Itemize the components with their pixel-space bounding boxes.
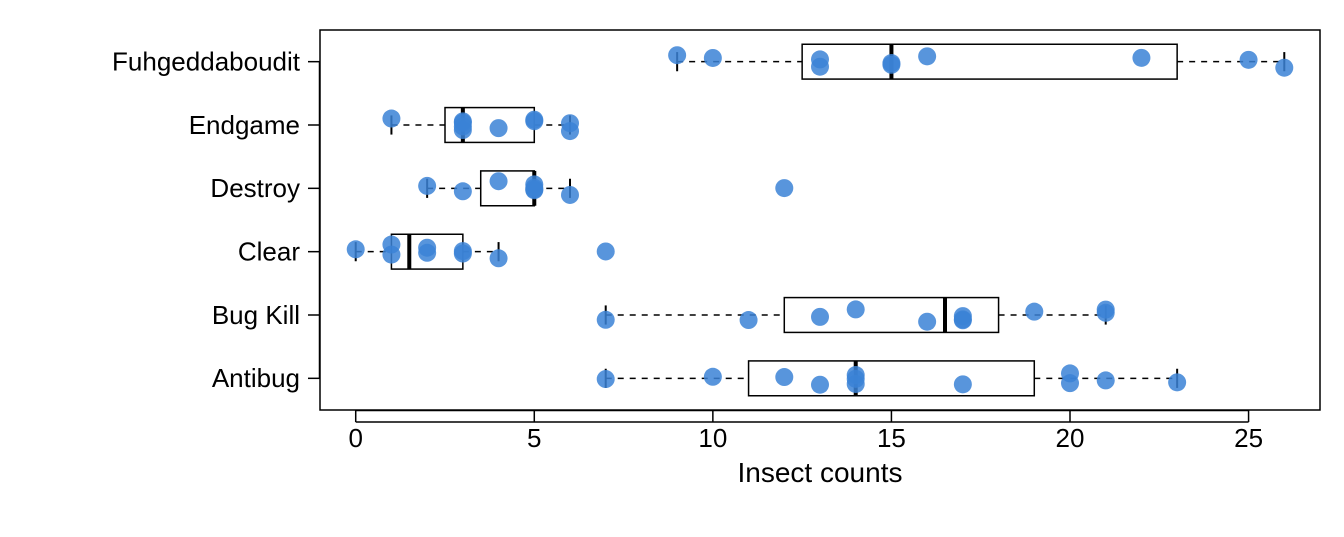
y-category-label: Destroy — [210, 173, 300, 203]
y-category-label: Antibug — [212, 363, 300, 393]
data-point — [382, 236, 400, 254]
y-category-label: Clear — [238, 237, 300, 267]
data-point — [668, 46, 686, 64]
x-tick-label: 10 — [698, 423, 727, 453]
data-point — [1097, 371, 1115, 389]
data-point — [918, 313, 936, 331]
x-tick-label: 20 — [1056, 423, 1085, 453]
data-point — [418, 177, 436, 195]
chart-svg: 0 5 10 15 20 25 Insect counts Antibug Bug Kill Cl… — [0, 0, 1344, 537]
data-point — [1275, 59, 1293, 77]
data-point — [525, 179, 543, 197]
x-tick-label: 5 — [527, 423, 541, 453]
data-point — [597, 242, 615, 260]
data-point — [597, 311, 615, 329]
data-point — [882, 56, 900, 74]
x-tick-label: 15 — [877, 423, 906, 453]
data-point — [454, 242, 472, 260]
data-point — [1025, 303, 1043, 321]
data-point — [490, 172, 508, 190]
data-point — [418, 239, 436, 257]
data-point — [811, 376, 829, 394]
data-point — [918, 47, 936, 65]
x-tick-label: 25 — [1234, 423, 1263, 453]
y-category-label: Bug Kill — [212, 300, 300, 330]
data-point — [490, 249, 508, 267]
data-point — [454, 182, 472, 200]
data-point — [454, 117, 472, 135]
data-point — [597, 370, 615, 388]
data-point — [525, 112, 543, 130]
y-category-label: Fuhgeddaboudit — [112, 47, 301, 77]
data-point — [561, 122, 579, 140]
boxplot-chart: 0 5 10 15 20 25 Insect counts Antibug Bug Kill Cl… — [0, 0, 1344, 537]
data-point — [954, 307, 972, 325]
data-point — [1168, 373, 1186, 391]
data-point — [347, 240, 365, 258]
x-axis-title: Insect counts — [738, 457, 903, 488]
data-point — [811, 308, 829, 326]
data-point — [775, 368, 793, 386]
y-category-label: Endgame — [189, 110, 300, 140]
data-point — [847, 300, 865, 318]
data-point — [1061, 374, 1079, 392]
data-point — [490, 119, 508, 137]
data-point — [740, 311, 758, 329]
data-point — [704, 49, 722, 67]
data-point — [382, 110, 400, 128]
data-point — [561, 186, 579, 204]
data-point — [811, 50, 829, 68]
data-point — [775, 179, 793, 197]
data-point — [1132, 49, 1150, 67]
data-point — [1240, 51, 1258, 69]
data-point — [1097, 301, 1115, 319]
x-tick-label: 0 — [348, 423, 362, 453]
data-point — [847, 370, 865, 388]
data-point — [704, 368, 722, 386]
data-point — [954, 375, 972, 393]
